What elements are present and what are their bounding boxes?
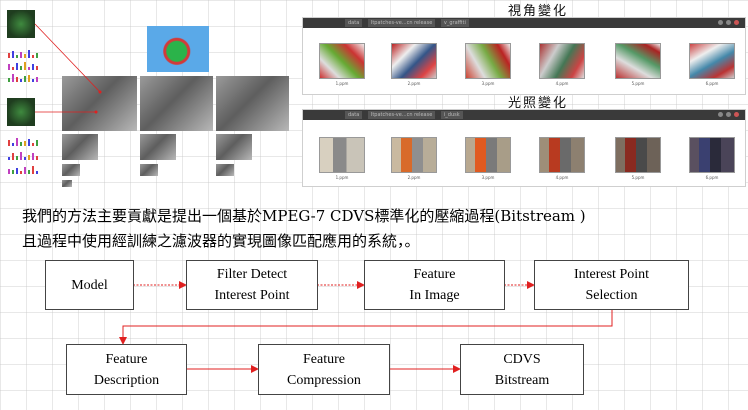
feature-description-label-2: Description [93,372,160,388]
interest-point-selection-label-2: Selection [585,288,638,303]
model-label: Model [71,277,108,293]
feature-in-image-box: Feature In Image [364,260,505,310]
feature-description-box: Feature Description [66,344,187,395]
cdvs-bitstream-label-1: CDVS [503,351,541,367]
feature-compression-box: Feature Compression [258,344,390,395]
feature-in-image-label-2: In Image [409,288,460,303]
feature-in-image-label-1: Feature [413,267,456,282]
feature-description-label-1: Feature [105,351,148,367]
cdvs-bitstream-box: CDVS Bitstream [460,344,584,395]
filter-detect-label-2: Interest Point [214,288,290,303]
feature-compression-label-2: Compression [287,372,361,388]
filter-detect-label-1: Filter Detect [216,267,288,282]
interest-point-selection-label-1: Interest Point [573,267,650,282]
feature-compression-label-1: Feature [303,351,345,367]
interest-point-selection-box: Interest Point Selection [534,260,689,310]
model-box: Model [45,260,134,310]
filter-detect-box: Filter Detect Interest Point [186,260,318,310]
cdvs-bitstream-label-2: Bitstream [494,372,550,388]
